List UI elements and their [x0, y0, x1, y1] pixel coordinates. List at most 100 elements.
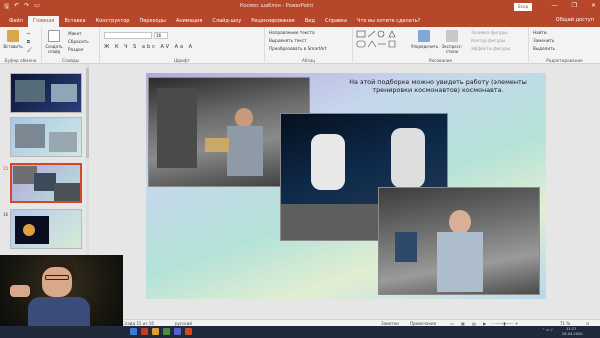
app-icon[interactable]	[152, 328, 159, 335]
shapes-gallery-icon[interactable]	[356, 30, 408, 54]
slides-group-label: Слайды	[61, 58, 80, 63]
slide-thumbnail[interactable]	[10, 209, 82, 249]
thumb-photo	[15, 124, 45, 148]
slide-number: 15	[3, 166, 9, 171]
select-button[interactable]: Выделить	[533, 46, 555, 51]
thumb-photo	[34, 173, 56, 191]
clock-time[interactable]: 11:27	[566, 327, 576, 331]
section-button[interactable]: Раздел	[68, 47, 83, 52]
shape-fill-button[interactable]: Заливка фигуры	[471, 30, 508, 35]
paste-icon	[7, 30, 19, 42]
window-controls: — ❐ ✕	[552, 2, 596, 9]
quick-styles-button[interactable]: Экспресс-стили	[439, 30, 465, 54]
quick-styles-label: Экспресс-стили	[441, 44, 463, 54]
slide-thumbnail-selected[interactable]	[10, 163, 82, 203]
text-direction-button[interactable]: Направление текста	[269, 30, 315, 35]
tab-file[interactable]: Файл	[4, 18, 28, 27]
glasses-icon	[45, 275, 69, 280]
person-face	[42, 267, 72, 297]
tell-me-search[interactable]: Что вы хотите сделать?	[352, 18, 425, 27]
paste-button[interactable]: Вставить	[2, 30, 24, 49]
thumb-photo	[15, 216, 49, 244]
system-tray-icons[interactable]: ⌃ ▭ ♪	[542, 328, 553, 332]
font-group-label: Шрифт	[174, 58, 190, 63]
thumb-photo	[51, 84, 77, 102]
share-button[interactable]: Общий доступ	[556, 17, 594, 23]
explorer-icon[interactable]	[130, 328, 137, 335]
redo-icon[interactable]: ↷	[24, 2, 29, 12]
clipboard-group: Вставить ✂ ⧉ 🖌 Буфер обмена	[0, 27, 42, 64]
replace-button[interactable]: Заменить	[533, 38, 554, 43]
save-icon[interactable]: 🖫	[4, 2, 9, 12]
astronaut-head	[235, 108, 253, 128]
background-crew	[395, 232, 417, 262]
slide-thumbnail[interactable]	[10, 73, 82, 113]
paragraph-group: Направление текста Выровнять текст Преоб…	[265, 27, 353, 64]
webcam-overlay	[0, 255, 123, 326]
clock-date[interactable]: 26.04.2020	[562, 332, 583, 336]
tab-slideshow[interactable]: Слайд-шоу	[207, 18, 246, 27]
tab-insert[interactable]: Вставка	[59, 18, 90, 27]
arrange-label: Упорядочить	[411, 44, 439, 49]
tab-help[interactable]: Справка	[320, 18, 352, 27]
font-size-value: 16	[156, 33, 162, 38]
copy-icon[interactable]: ⧉	[27, 39, 30, 44]
tab-review[interactable]: Рецензирование	[246, 18, 300, 27]
clipboard-group-label: Буфер обмена	[4, 58, 37, 63]
cut-icon[interactable]: ✂	[27, 31, 31, 36]
close-button[interactable]: ✕	[591, 2, 596, 9]
quick-styles-icon	[446, 30, 458, 42]
ribbon-tabs: Файл Главная Вставка Конструктор Переход…	[0, 14, 600, 27]
paste-label: Вставить	[3, 44, 23, 49]
reset-button[interactable]: Сбросить	[68, 39, 89, 44]
font-size-dropdown[interactable]: 16	[154, 32, 168, 39]
format-painter-icon[interactable]: 🖌	[27, 47, 32, 53]
find-button[interactable]: Найти	[533, 30, 547, 35]
tab-view[interactable]: Вид	[300, 18, 320, 27]
create-slide-label: Создать слайд	[45, 44, 63, 54]
layout-button[interactable]: Макет	[68, 31, 82, 36]
shape-outline-button[interactable]: Контур фигуры	[471, 38, 505, 43]
minimize-button[interactable]: —	[552, 2, 558, 9]
align-text-button[interactable]: Выровнять текст	[269, 38, 307, 43]
sun-shape	[23, 224, 35, 236]
arrange-icon	[418, 30, 430, 42]
arrange-button[interactable]: Упорядочить	[411, 30, 439, 49]
title-bar: 🖫 ↶ ↷ ▭ Космос шаблон - PowerPoint Вход …	[0, 0, 600, 14]
equipment-rack	[157, 88, 197, 168]
new-slide-icon	[48, 30, 60, 42]
font-name-dropdown[interactable]	[104, 32, 152, 39]
equipment-item	[205, 138, 229, 152]
slide-canvas[interactable]: На этой подборке можно увидеть работу (э…	[146, 73, 546, 299]
smartart-button[interactable]: Преобразовать в SmartArt	[269, 46, 327, 51]
thumb-photo	[49, 132, 77, 152]
maximize-button[interactable]: ❐	[572, 2, 577, 9]
powerpoint-icon[interactable]	[185, 328, 192, 335]
create-slide-button[interactable]: Создать слайд	[43, 30, 65, 54]
tab-animations[interactable]: Анимация	[171, 18, 207, 27]
editing-group-label: Редактирование	[546, 58, 583, 63]
scrollbar-thumb[interactable]	[86, 68, 89, 158]
signin-button[interactable]: Вход	[514, 3, 532, 11]
drawing-group: Упорядочить Экспресс-стили Заливка фигур…	[353, 27, 529, 64]
font-format-buttons[interactable]: Ж К Ч S abc AV Aa A	[104, 44, 194, 50]
app-icon[interactable]	[174, 328, 181, 335]
app-icon[interactable]	[141, 328, 148, 335]
slides-group: Создать слайд Макет Сбросить Раздел Слай…	[42, 27, 100, 64]
person-body	[28, 297, 90, 326]
slide-text[interactable]: На этой подборке можно увидеть работу (э…	[340, 78, 536, 95]
tab-transitions[interactable]: Переходы	[134, 18, 171, 27]
astronaut-photo-2[interactable]	[378, 187, 540, 295]
tab-design[interactable]: Конструктор	[91, 18, 135, 27]
drawing-group-label: Рисование	[428, 58, 453, 63]
undo-icon[interactable]: ↶	[14, 2, 19, 12]
shape-effects-button[interactable]: Эффекты фигуры	[471, 46, 510, 51]
spacesuit-1	[311, 134, 345, 190]
app-icon[interactable]	[163, 328, 170, 335]
quick-access-toolbar: 🖫 ↶ ↷ ▭	[4, 2, 40, 12]
tab-home[interactable]: Главная	[27, 16, 60, 27]
present-icon[interactable]: ▭	[34, 2, 40, 12]
slide-thumbnail[interactable]	[10, 117, 82, 157]
taskbar: ⌃ ▭ ♪ 11:27 26.04.2020	[0, 326, 600, 338]
slide-number: 16	[3, 212, 9, 217]
